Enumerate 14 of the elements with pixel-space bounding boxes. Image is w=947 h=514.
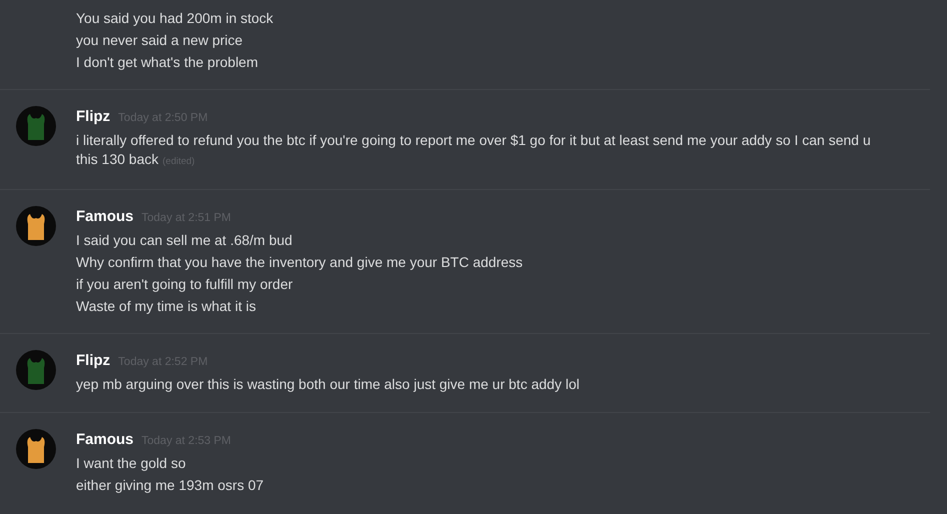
message-text: I don't get what's the problem	[76, 52, 260, 72]
message-text: yep mb arguing over this is wasting both our time also just give me ur btc addy lol	[76, 375, 580, 394]
message-text: You said you had 200m in stock	[76, 8, 274, 28]
message-text: Why confirm that you have the inventory and give me your BTC address	[76, 252, 524, 272]
author-name[interactable]: Flipz	[76, 106, 110, 128]
message-text: I want the gold so	[76, 454, 187, 472]
message-text: if you aren't going to fulfill my order	[76, 274, 294, 294]
message-text: either giving me 193m osrs 07	[76, 476, 265, 494]
message-text: I said you can sell me at .68/m bud	[76, 230, 294, 250]
author-name[interactable]: Flipz	[76, 350, 110, 372]
message-text: you never said a new price	[76, 30, 244, 50]
author-name[interactable]: Famous	[76, 206, 134, 228]
message-text: Waste of my time is what it is	[76, 296, 257, 316]
author-name[interactable]: Famous	[76, 428, 134, 451]
